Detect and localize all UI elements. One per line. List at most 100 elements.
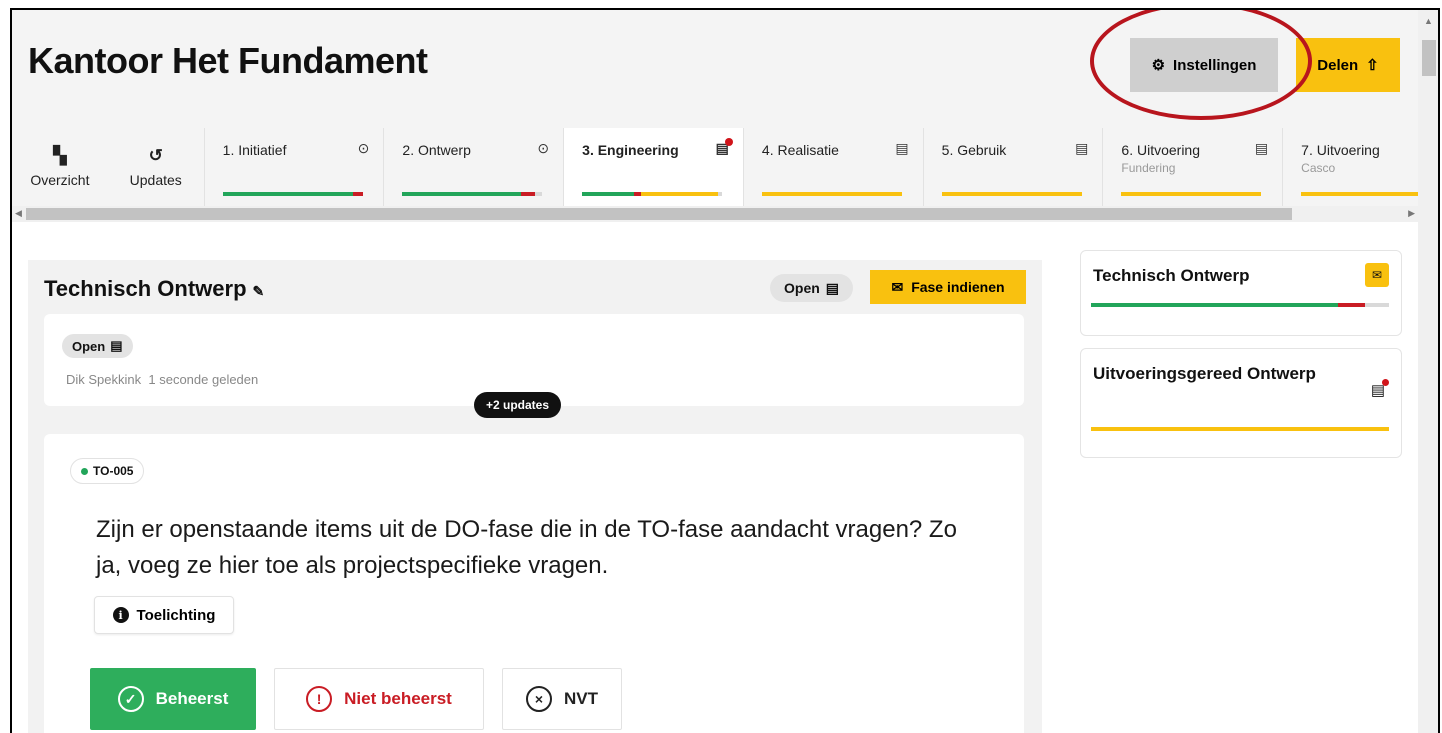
tab-realisatie[interactable]: 4. Realisatie ▤ (742, 128, 923, 206)
tab-label: 4. Realisatie (761, 142, 839, 158)
gear-icon: ⚙ (1151, 57, 1166, 74)
sidebar-progress-bar (1091, 303, 1389, 307)
sidebar-card-uitvoeringsgereed-ontwerp[interactable]: Uitvoeringsgereed Ontwerp ▤ (1080, 348, 1402, 458)
page-header: Kantoor Het Fundament ⚙ Instellingen Del… (12, 10, 1418, 128)
settings-button[interactable]: ⚙ Instellingen (1130, 38, 1278, 92)
sidebar-progress-bar (1091, 427, 1389, 431)
answer-na-button[interactable]: × NVT (502, 668, 622, 730)
tab-overview-label: Overzicht (30, 172, 90, 188)
scrollbar-thumb[interactable] (1422, 40, 1436, 76)
x-circle-icon: × (526, 686, 552, 712)
tab-uitvoering-fundering[interactable]: 6. Uitvoering Fundering ▤ (1102, 128, 1282, 206)
status-badge-label: Open (72, 338, 106, 354)
history-icon: ↺ (148, 146, 163, 165)
notification-dot (724, 138, 733, 146)
phase-tab-bar: ▚ Overzicht ↺ Updates 1. Initiatief ⊙ 2.… (12, 128, 1420, 206)
status-dot-icon (81, 467, 88, 475)
tab-ontwerp[interactable]: 2. Ontwerp ⊙ (383, 128, 563, 206)
submit-phase-label: Fase indienen (911, 279, 1005, 295)
share-icon: ⇧ (1366, 57, 1379, 74)
explanation-button[interactable]: i Toelichting (94, 596, 234, 634)
tab-engineering[interactable]: 3. Engineering ▤ (563, 128, 743, 206)
explanation-label: Toelichting (136, 606, 216, 624)
settings-label: Instellingen (1173, 56, 1257, 74)
scroll-up-icon[interactable]: ▲ (1424, 16, 1433, 26)
progress-segment-red (633, 192, 641, 196)
progress-segment-yellow (941, 192, 1082, 196)
more-updates-button[interactable]: +2 updates (474, 392, 562, 418)
scroll-right-icon[interactable]: ▶ (1408, 208, 1415, 219)
horizontal-scrollbar[interactable]: ◀ ▶ (12, 206, 1418, 222)
answer-not-controlled-button[interactable]: ! Niet beheerst (274, 668, 484, 730)
answer-na-label: NVT (564, 689, 598, 708)
clipboard-icon: ▤ (825, 279, 840, 296)
info-icon: i (112, 607, 129, 623)
sidebar-card-title: Uitvoeringsgereed Ontwerp (1093, 364, 1316, 383)
send-icon[interactable]: ✉ (1365, 263, 1389, 287)
share-button[interactable]: Delen ⇧ (1296, 38, 1400, 92)
vertical-scrollbar[interactable]: ▲ (1418, 10, 1438, 733)
question-code-badge: TO-005 (70, 458, 145, 484)
check-circle-icon: ✓ (117, 686, 144, 712)
progress-segment-yellow (761, 192, 902, 196)
progress-segment-red (521, 192, 536, 196)
phase-title: Technisch Ontwerp ✎ (44, 276, 264, 302)
clipboard-icon: ▤ (1075, 140, 1089, 156)
tab-overview[interactable]: ▚ Overzicht (12, 128, 108, 206)
share-label: Delen (1317, 56, 1359, 74)
status-meta: Dik Spekkink 1 seconde geleden (66, 372, 258, 387)
status-author: Dik Spekkink (66, 372, 142, 387)
tab-progress-bar (582, 192, 723, 196)
scroll-left-icon[interactable]: ◀ (15, 208, 22, 219)
progress-segment-red (352, 192, 363, 196)
check-circle-icon: ⊙ (357, 140, 370, 156)
progress-segment-yellow (1301, 192, 1420, 196)
submit-phase-button[interactable]: ✉ Fase indienen (870, 270, 1026, 304)
question-code: TO-005 (93, 464, 134, 478)
progress-segment-green (222, 192, 353, 196)
progress-segment-yellow (1121, 192, 1262, 196)
progress-segment-yellow (1091, 427, 1389, 431)
sidebar-card-technisch-ontwerp[interactable]: Technisch Ontwerp ✉ (1080, 250, 1402, 336)
tab-initiatief[interactable]: 1. Initiatief ⊙ (203, 128, 384, 206)
status-badge-label: Open (784, 280, 820, 296)
tab-sublabel: Fundering (1121, 161, 1176, 175)
tab-label: 3. Engineering (582, 142, 679, 158)
tab-progress-bar (1121, 192, 1262, 196)
grid-icon: ▚ (53, 146, 67, 165)
tab-sublabel: Casco (1301, 161, 1336, 175)
tab-uitvoering-casco[interactable]: 7. Uitvoering Casco (1282, 128, 1420, 206)
answer-controlled-button[interactable]: ✓ Beheerst (90, 668, 256, 730)
tab-gebruik[interactable]: 5. Gebruik ▤ (922, 128, 1103, 206)
tab-progress-bar (941, 192, 1082, 196)
tab-label: 1. Initiatief (222, 142, 287, 158)
progress-segment-green (402, 192, 522, 196)
status-badge: Open ▤ (770, 274, 854, 302)
tab-updates[interactable]: ↺ Updates (108, 128, 204, 206)
progress-segment-grey (1365, 303, 1389, 307)
main-content: Technisch Ontwerp ✎ Open ▤ ✉ Fase indiene… (12, 222, 1418, 733)
send-icon: ✉ (891, 278, 904, 295)
tab-progress-bar (1301, 192, 1420, 196)
scrollbar-thumb[interactable] (26, 208, 1292, 220)
tab-label: 5. Gebruik (941, 142, 1007, 158)
alert-circle-icon: ! (306, 686, 333, 712)
tab-progress-bar (761, 192, 902, 196)
page-title: Kantoor Het Fundament (28, 40, 428, 81)
progress-segment-grey (535, 192, 543, 196)
clipboard-icon: ▤ (1371, 379, 1389, 399)
question-card: TO-005 Zijn er openstaande items uit de … (44, 434, 1024, 733)
progress-segment-grey (717, 192, 723, 196)
tab-label: 2. Ontwerp (402, 142, 471, 158)
app-window: Kantoor Het Fundament ⚙ Instellingen Del… (10, 8, 1440, 733)
tab-progress-bar (222, 192, 363, 196)
sidebar-card-title: Technisch Ontwerp (1093, 266, 1250, 285)
check-circle-icon: ⊙ (537, 140, 550, 156)
tab-progress-bar (402, 192, 543, 196)
phase-title-text: Technisch Ontwerp (44, 276, 247, 301)
tab-updates-label: Updates (129, 172, 182, 188)
pencil-icon[interactable]: ✎ (253, 283, 265, 299)
tab-label: 6. Uitvoering (1121, 142, 1200, 158)
tab-label: 7. Uitvoering (1301, 142, 1380, 158)
answer-controlled-label: Beheerst (155, 689, 229, 708)
